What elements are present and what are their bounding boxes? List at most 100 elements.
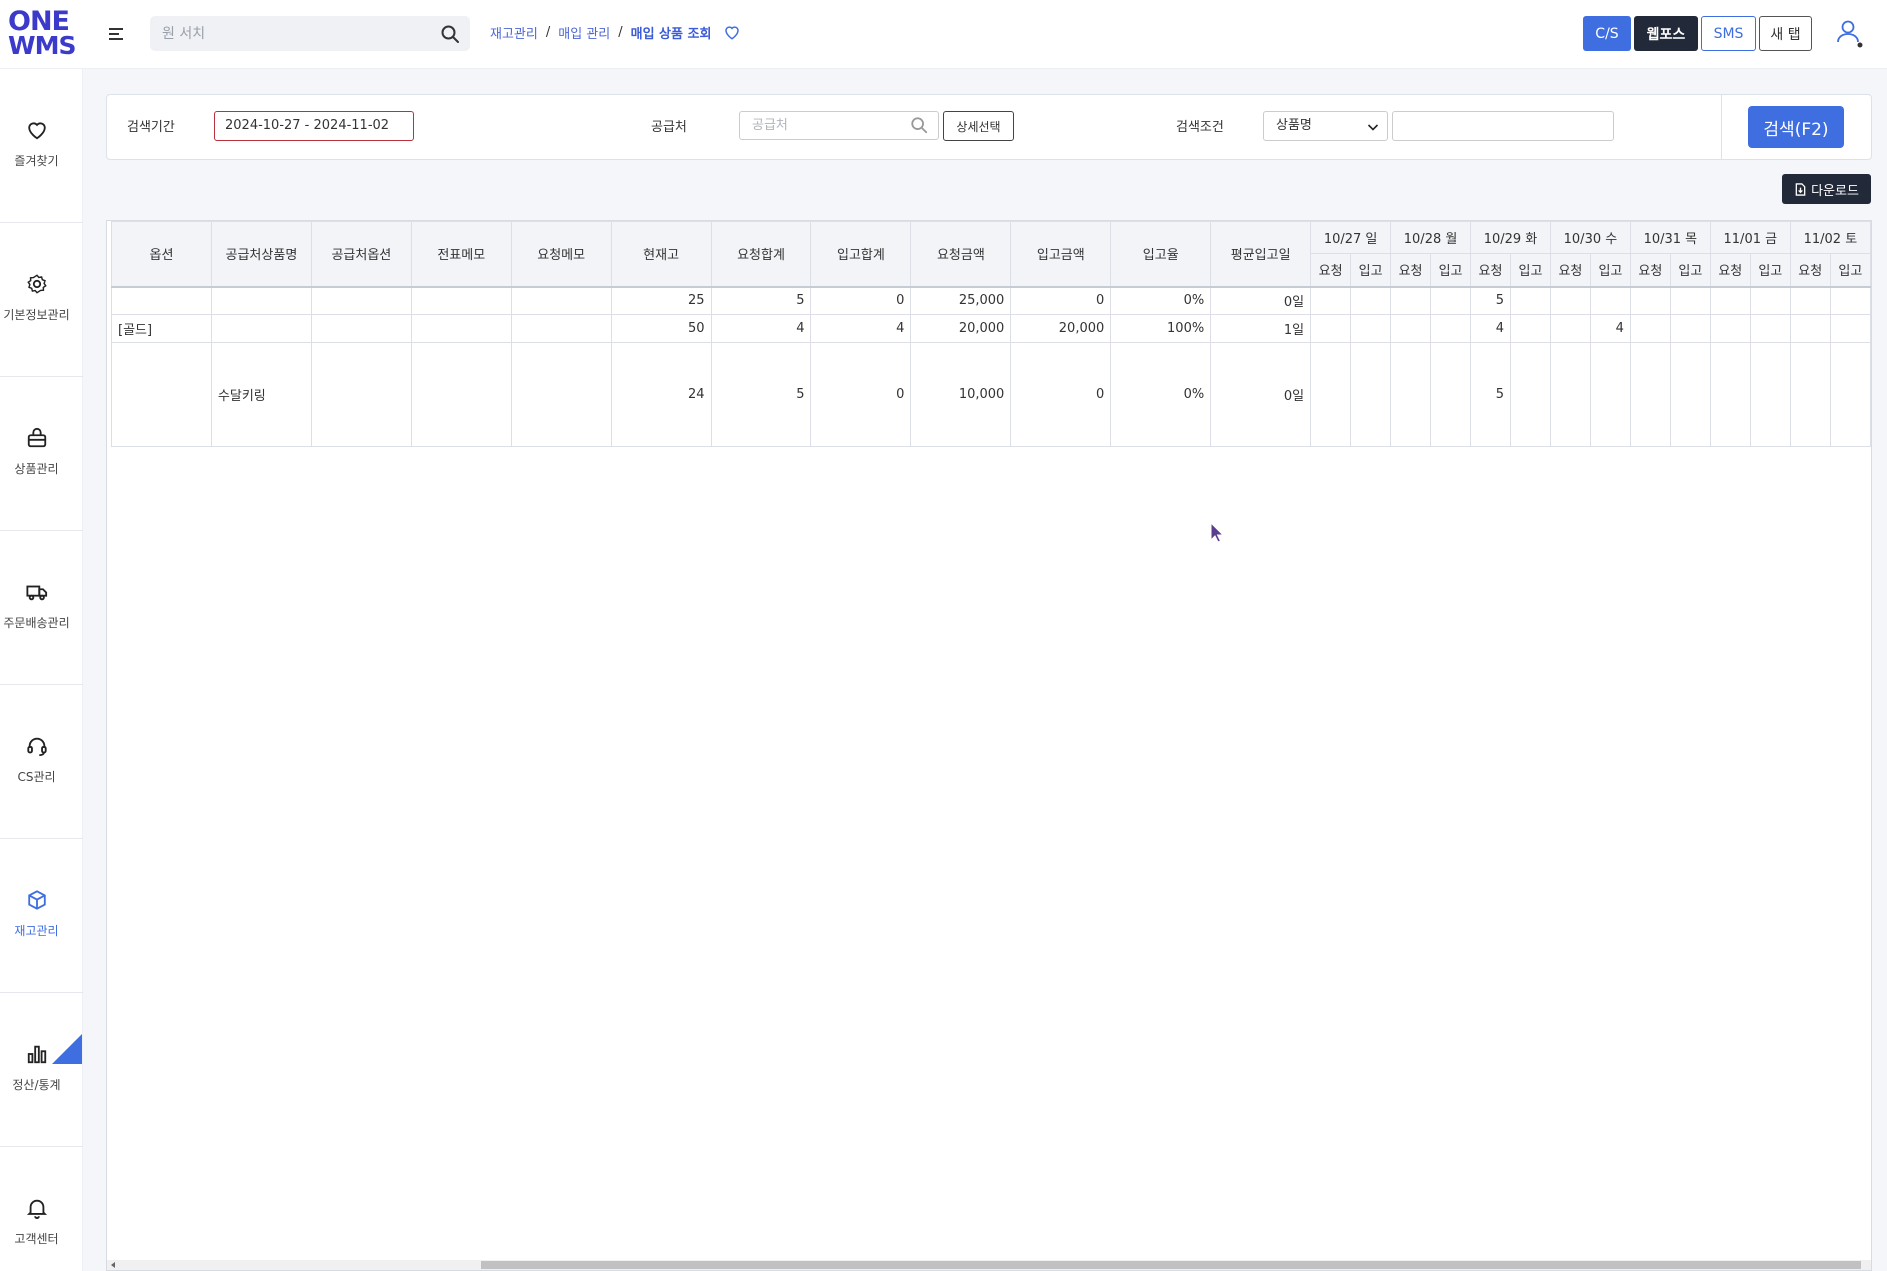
chevron-down-icon [1367, 124, 1379, 131]
daily-cell [1310, 286, 1352, 315]
supplier-label: 공급처 [651, 120, 687, 135]
sidebar-item-label: CS관리 [17, 770, 56, 784]
table-cell: 4 [710, 314, 812, 343]
favorite-heart-icon[interactable] [723, 23, 741, 41]
table-cell [111, 342, 212, 447]
sidebar-item-label: 정산/통계 [12, 1078, 61, 1092]
app-logo[interactable]: ONE WMS [8, 8, 76, 60]
date-range-input[interactable]: 2024-10-27 - 2024-11-02 [214, 111, 414, 141]
sidebar-item-label: 주문배송관리 [3, 616, 70, 630]
sidebar-item-stats[interactable]: 정산/통계 [0, 993, 83, 1147]
supplier-input[interactable] [739, 111, 939, 140]
column-header: 평균입고일 [1210, 221, 1312, 287]
daily-cell [1509, 314, 1551, 343]
sidebar-item-stock[interactable]: 재고관리 [0, 839, 83, 993]
scrollbar-thumb[interactable] [481, 1261, 1861, 1269]
download-label: 다운로드 [1811, 183, 1859, 199]
daily-cell [1390, 286, 1432, 315]
breadcrumb-item-purchase[interactable]: 매입 관리 [558, 23, 610, 42]
daily-cell [1709, 286, 1751, 315]
condition-select[interactable]: 상품명 [1263, 111, 1388, 141]
condition-keyword-input[interactable] [1392, 111, 1614, 141]
table-cell: 50 [610, 314, 712, 343]
search-icon[interactable] [910, 116, 928, 134]
search-button[interactable]: 검색(F2) [1748, 106, 1844, 148]
breadcrumb-separator: / [545, 24, 551, 40]
sub-column-header: 입고 [1430, 253, 1472, 287]
daily-cell [1350, 286, 1392, 315]
daily-cell [1829, 286, 1871, 315]
table-cell: 100% [1110, 314, 1212, 343]
sidebar-item-label: 재고관리 [14, 924, 59, 938]
sub-column-header: 요청 [1709, 253, 1751, 287]
daily-cell [1749, 286, 1791, 315]
daily-cell [1350, 314, 1392, 343]
sms-button[interactable]: SMS [1701, 16, 1756, 51]
table-cell: 20,000 [1010, 314, 1112, 343]
new-tab-button[interactable]: 새 탭 [1759, 16, 1812, 51]
heart-icon [28, 122, 46, 140]
sidebar-item-favorites[interactable]: 즐겨찾기 [0, 69, 83, 223]
table-cell: 5 [710, 342, 812, 447]
table-cell [510, 342, 612, 447]
bag-icon [27, 427, 47, 448]
breadcrumb-current: 매입 상품 조회 [630, 26, 712, 42]
table-row[interactable]: 25 5 0 25,000 0 0% 0일 5 [111, 286, 1871, 315]
sidebar-item-cs[interactable]: CS관리 [0, 685, 83, 839]
scroll-left-icon[interactable] [111, 1262, 115, 1268]
search-icon[interactable] [440, 24, 460, 44]
daily-cell [1430, 314, 1472, 343]
user-profile-icon[interactable] [1836, 18, 1864, 48]
daily-cell: 5 [1470, 286, 1511, 315]
download-button[interactable]: 다운로드 [1782, 174, 1871, 204]
purchase-product-table: 옵션 공급처상품명 공급처옵션 전표메모 요청메모 현재고 요청합계 입고합계 요청금액 입고금액… [106, 220, 1872, 1271]
table-cell [111, 286, 212, 315]
download-file-icon [1795, 182, 1806, 196]
breadcrumb-item-stock[interactable]: 재고관리 [490, 23, 538, 42]
table-row[interactable]: 수달키링 24 5 0 10,000 0 0% 0일 5 [111, 342, 1871, 447]
sidebar-item-products[interactable]: 상품관리 [0, 377, 83, 531]
column-header: 입고율 [1110, 221, 1212, 287]
top-header: ONE WMS 재고관리 / 매입 관리 / 매입 상품 조회 C/S 웹포스 … [0, 0, 1887, 69]
webpos-button[interactable]: 웹포스 [1634, 16, 1698, 51]
sub-column-header: 입고 [1669, 253, 1711, 287]
table-cell: 25,000 [910, 286, 1012, 315]
sidebar-item-orders[interactable]: 주문배송관리 [0, 531, 83, 685]
column-header: 입고금액 [1010, 221, 1112, 287]
cs-button[interactable]: C/S [1583, 16, 1631, 51]
headset-icon [27, 737, 47, 757]
sub-column-header: 입고 [1749, 253, 1791, 287]
column-header: 요청합계 [710, 221, 812, 287]
detail-select-button[interactable]: 상세선택 [943, 111, 1014, 141]
sidebar-item-basic-info[interactable]: 기본정보관리 [0, 223, 83, 377]
sub-column-header: 요청 [1629, 253, 1671, 287]
logo-line2: WMS [8, 31, 76, 60]
daily-cell [1390, 314, 1432, 343]
menu-toggle-icon[interactable] [106, 24, 126, 44]
sidebar-item-support[interactable]: 고객센터 [0, 1147, 83, 1271]
daily-cell [1430, 286, 1472, 315]
global-search-input[interactable] [162, 16, 432, 51]
table-cell: [골드] [111, 314, 212, 343]
table-cell [310, 342, 412, 447]
horizontal-scrollbar[interactable] [107, 1260, 1871, 1270]
table-cell: 0 [810, 342, 912, 447]
daily-cell [1629, 314, 1671, 343]
sub-column-header: 요청 [1549, 253, 1591, 287]
daily-cell: 4 [1470, 314, 1511, 343]
table-cell [310, 286, 412, 315]
global-search [150, 16, 470, 51]
period-label: 검색기간 [127, 120, 175, 135]
daily-cell: 5 [1470, 342, 1511, 447]
daily-cell [1589, 286, 1631, 315]
sub-column-header: 입고 [1350, 253, 1392, 287]
daily-cell [1709, 314, 1751, 343]
daily-cell [1430, 342, 1472, 447]
table-cell: 0일 [1210, 342, 1312, 447]
sub-column-header: 입고 [1509, 253, 1551, 287]
date-column-header: 10/28 월 [1390, 221, 1472, 254]
table-cell [510, 314, 612, 343]
table-cell: 0% [1110, 342, 1212, 447]
daily-cell [1669, 314, 1711, 343]
table-row[interactable]: [골드] 50 4 4 20,000 20,000 100% 1일 4 4 [111, 314, 1871, 343]
